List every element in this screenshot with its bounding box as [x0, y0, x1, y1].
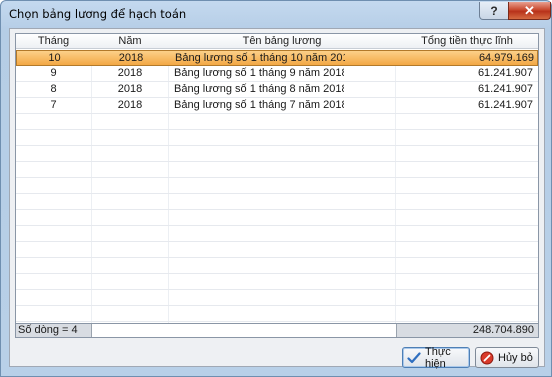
empty-row [16, 290, 538, 306]
cell-total: 61.241.907 [477, 67, 533, 79]
empty-row [16, 162, 538, 178]
cancel-icon [480, 351, 494, 365]
dialog-window: Chọn bảng lương để hạch toán ? ✕ Tháng N… [0, 0, 552, 377]
cell-year: 2018 [117, 67, 143, 79]
cell-year: 2018 [118, 52, 144, 64]
column-header-month[interactable]: Tháng [16, 34, 91, 49]
empty-row [16, 306, 538, 322]
title-bar[interactable]: Chọn bảng lương để hạch toán ? ✕ [1, 1, 551, 27]
close-icon: ✕ [524, 2, 535, 18]
window-title: Chọn bảng lương để hạch toán [9, 7, 187, 21]
empty-row [16, 194, 538, 210]
cell-total: 64.979.169 [478, 52, 534, 64]
cell-month: 10 [48, 52, 61, 64]
execute-button-label: Thực hiện [425, 345, 451, 370]
help-button[interactable]: ? [479, 2, 509, 20]
close-button[interactable]: ✕ [508, 2, 551, 20]
column-header-year[interactable]: Năm [92, 34, 168, 49]
row-count-label: Số dòng = 4 [16, 324, 92, 337]
grid-footer: Số dòng = 4 248.704.890 [15, 323, 539, 338]
grid-header: Tháng Năm Tên bảng lương Tổng tiền thực … [16, 34, 538, 49]
grand-total-value: 248.704.890 [396, 324, 538, 337]
help-icon: ? [490, 3, 498, 18]
empty-row [16, 178, 538, 194]
empty-row [16, 210, 538, 226]
cell-month: 9 [50, 67, 57, 79]
column-header-total[interactable]: Tổng tiền thực lĩnh [396, 34, 538, 49]
empty-row [16, 114, 538, 130]
payroll-grid[interactable]: Tháng Năm Tên bảng lương Tổng tiền thực … [15, 33, 539, 338]
dialog-body: Tháng Năm Tên bảng lương Tổng tiền thực … [9, 28, 545, 370]
cell-month: 7 [50, 99, 57, 111]
execute-button[interactable]: Thực hiện [402, 345, 470, 370]
empty-row [16, 146, 538, 162]
cell-name: Bảng lương số 1 tháng 10 năm 2018 [175, 52, 345, 64]
cell-year: 2018 [117, 83, 143, 95]
empty-row [16, 226, 538, 242]
cancel-button-label: Hủy bỏ [498, 351, 533, 364]
cell-year: 2018 [117, 99, 143, 111]
cell-name: Bảng lương số 1 tháng 7 năm 2018 [174, 99, 344, 111]
empty-row [16, 242, 538, 258]
table-row-selected[interactable]: 10 2018 Bảng lương số 1 tháng 10 năm 201… [16, 50, 538, 66]
table-row[interactable]: 7 2018 Bảng lương số 1 tháng 7 năm 2018 … [16, 98, 538, 114]
table-row[interactable]: 9 2018 Bảng lương số 1 tháng 9 năm 2018 … [16, 66, 538, 82]
cancel-button[interactable]: Hủy bỏ [475, 347, 539, 368]
empty-row [16, 130, 538, 146]
cell-total: 61.241.907 [477, 83, 533, 95]
empty-row [16, 274, 538, 290]
empty-row [16, 258, 538, 274]
cell-total: 61.241.907 [477, 99, 533, 111]
cell-name: Bảng lương số 1 tháng 9 năm 2018 [174, 67, 344, 79]
table-row[interactable]: 8 2018 Bảng lương số 1 tháng 8 năm 2018 … [16, 82, 538, 98]
cell-month: 8 [50, 83, 57, 95]
checkmark-icon [407, 351, 421, 365]
column-header-name[interactable]: Tên bảng lương [169, 34, 395, 49]
cell-name: Bảng lương số 1 tháng 8 năm 2018 [174, 83, 344, 95]
